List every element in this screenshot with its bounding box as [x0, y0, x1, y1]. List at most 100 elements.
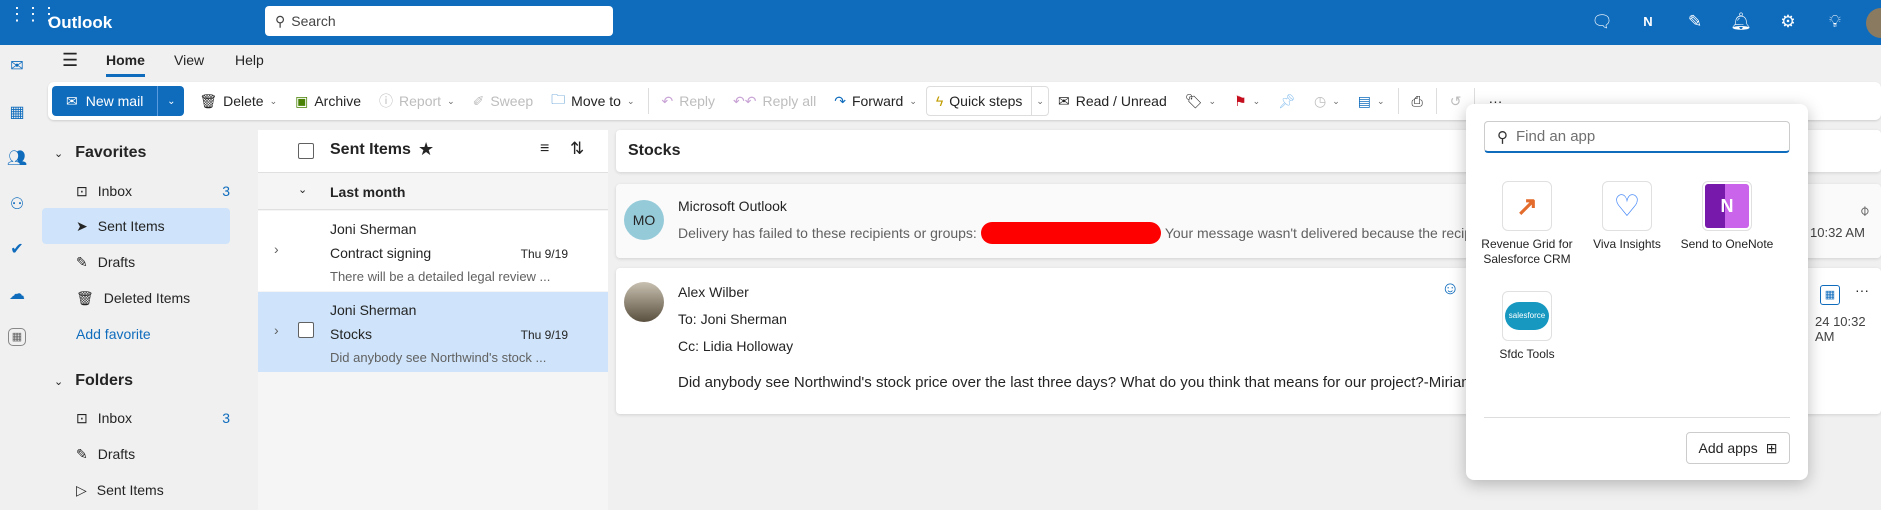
archive-button[interactable]: ▣ Archive [286, 86, 370, 116]
people-app-icon[interactable]: 👥︎ [5, 147, 29, 171]
mail-app-icon[interactable]: ✉ [5, 55, 29, 79]
sort-icon[interactable]: ⇅ [570, 139, 584, 159]
new-mail-button[interactable]: ✉ New mail ⌄ [52, 86, 185, 116]
sender-name[interactable]: Alex Wilber [678, 284, 749, 300]
tab-help[interactable]: Help [235, 52, 264, 68]
cc-recipient[interactable]: Lidia Holloway [703, 338, 793, 354]
tab-view[interactable]: View [174, 52, 204, 68]
lightbulb-icon[interactable]: 💡︎ [1823, 10, 1847, 34]
chevron-down-icon[interactable]: ⌄ [1031, 87, 1048, 115]
chat-icon[interactable]: 🗨 [1590, 10, 1614, 34]
folder-favorite-inbox[interactable]: ⊡ Inbox 3 [42, 173, 230, 209]
chevron-down-icon: ⌄ [54, 375, 64, 388]
forward-button[interactable]: ↷ Forward ⌄ [825, 86, 926, 116]
gear-icon[interactable]: ⚙ [1776, 10, 1800, 34]
folder-favorite-sent-items[interactable]: ➤ Sent Items [42, 208, 230, 244]
add-favorite-link[interactable]: Add favorite [42, 316, 230, 352]
rules-button[interactable]: ▤ ⌄ [1349, 86, 1394, 116]
more-apps-icon[interactable]: ▦ [8, 328, 26, 346]
group-header[interactable]: ⌄ Last month [258, 174, 608, 210]
trash-icon: 🗑︎ [76, 289, 94, 306]
folder-label: Inbox [97, 183, 132, 199]
report-button[interactable]: ⓘ Report ⌄ [370, 86, 464, 116]
onedrive-app-icon[interactable]: ☁ [5, 283, 29, 307]
message-from: Joni Sherman [330, 302, 417, 318]
search-icon: ⚲ [1497, 128, 1508, 146]
read-unread-button[interactable]: ✉ Read / Unread [1049, 86, 1176, 116]
teams-app-icon[interactable]: ⚇ [5, 193, 29, 217]
reply-button[interactable]: ↶ Reply [653, 86, 725, 116]
mail-icon: ✉ [66, 92, 78, 109]
chevron-down-icon: ⌄ [626, 95, 635, 106]
flag-icon: ⚑ [1234, 92, 1247, 109]
folder-favorite-deleted-items[interactable]: 🗑︎ Deleted Items [42, 280, 230, 316]
new-mail-dropdown[interactable]: ⌄ [158, 96, 184, 107]
find-app-input[interactable]: ⚲ Find an app [1484, 121, 1790, 153]
message-item-selected[interactable]: › Joni Sherman Stocks Thu 9/19 Did anybo… [258, 292, 608, 372]
apps-flyout: ⚲ Find an app ↗ Revenue Grid for Salesforc… [1466, 104, 1808, 480]
emoji-reaction-icon[interactable]: ☺ [1441, 278, 1459, 299]
app-rail: ✉ ▦ 👥︎ ⚇ ✔ ☁ ▦ [0, 45, 34, 510]
avatar[interactable] [1866, 8, 1881, 38]
report-label: Report [399, 93, 442, 109]
app-viva-insights[interactable]: ♡ Viva Insights [1579, 181, 1675, 252]
calendar-app-icon[interactable]: ▦ [5, 101, 29, 125]
folder-drafts[interactable]: ✎ Drafts [42, 436, 230, 472]
app-send-to-onenote[interactable]: N Send to OneNote [1679, 181, 1775, 252]
tag-button[interactable]: 🏷︎ ⌄ [1176, 86, 1225, 116]
sender-avatar [624, 282, 664, 322]
sweep-label: Sweep [490, 93, 534, 109]
revenue-grid-icon: ↗ [1502, 181, 1552, 231]
snooze-button[interactable]: ◷ ⌄ [1305, 86, 1349, 116]
bell-icon[interactable]: 🔔︎ [1729, 10, 1753, 34]
unread-count: 3 [222, 410, 230, 426]
more-actions-icon[interactable]: ··· [1855, 282, 1869, 298]
tab-home[interactable]: Home [106, 52, 145, 77]
chevron-down-icon: ⌄ [54, 147, 64, 160]
filter-icon[interactable]: ≡ [540, 140, 549, 158]
top-bar: ⋮⋮⋮ Outlook ⚲ Search 🗨 N ✎ 🔔︎ ⚙ 💡︎ [0, 0, 1881, 45]
to-recipient[interactable]: Joni Sherman [701, 311, 787, 327]
folders-header[interactable]: ⌄ Folders [54, 372, 133, 390]
app-launcher-icon[interactable]: ⋮⋮⋮ [8, 5, 58, 23]
todo-app-icon[interactable]: ✔ [5, 238, 29, 262]
onenote-icon: N [1702, 181, 1752, 231]
tasks-icon[interactable]: ✎ [1683, 10, 1707, 34]
folder-move-icon: 🗀 [551, 91, 566, 107]
undo-icon: ↺ [1449, 92, 1462, 109]
reply-all-button[interactable]: ↶↶ Reply all [724, 86, 825, 116]
pin-button[interactable]: 📌︎ [1269, 86, 1305, 116]
search-box[interactable]: ⚲ Search [265, 6, 613, 36]
message-item[interactable]: › Joni Sherman Contract signing Thu 9/19… [258, 211, 608, 291]
chevron-right-icon[interactable]: › [274, 322, 279, 338]
hamburger-menu-icon[interactable]: ☰ [62, 50, 78, 71]
quick-steps-button[interactable]: ϟ Quick steps ⌄ [925, 86, 1049, 116]
favorites-header[interactable]: ⌄ Favorites [54, 144, 146, 162]
add-apps-button[interactable]: Add apps ⊞ [1686, 432, 1790, 464]
printer-icon: ⎙ [1411, 92, 1423, 109]
sender-avatar: MO [624, 200, 664, 240]
chevron-right-icon[interactable]: › [274, 241, 279, 257]
delete-button[interactable]: 🗑︎ Delete ⌄ [190, 86, 286, 116]
sweep-button[interactable]: ✐ Sweep [464, 86, 543, 116]
select-all-checkbox[interactable] [298, 143, 314, 159]
inbox-icon: ⊡ [76, 409, 88, 426]
folder-inbox[interactable]: ⊡ Inbox 3 [42, 400, 230, 436]
report-icon: ⓘ [379, 93, 394, 109]
app-revenue-grid[interactable]: ↗ Revenue Grid for Salesforce CRM [1479, 181, 1575, 267]
app-title[interactable]: Outlook [48, 13, 112, 33]
move-to-button[interactable]: 🗀 Move to ⌄ [542, 86, 643, 116]
flag-button[interactable]: ⚑ ⌄ [1225, 86, 1269, 116]
apps-icon[interactable]: ▦ [1820, 285, 1840, 305]
message-subject: Contract signing [330, 245, 432, 261]
find-app-placeholder: Find an app [1516, 128, 1596, 145]
plus-square-icon: ⊞ [1765, 439, 1778, 456]
message-checkbox[interactable] [298, 322, 314, 338]
star-icon[interactable]: ★ [418, 139, 434, 160]
onenote-icon[interactable]: N [1636, 10, 1660, 34]
app-sfdc-tools[interactable]: salesforce Sfdc Tools [1479, 291, 1575, 362]
print-button[interactable]: ⎙ [1403, 86, 1432, 116]
search-input[interactable]: Search [291, 13, 335, 29]
folder-favorite-drafts[interactable]: ✎ Drafts [42, 244, 230, 280]
folder-sent-items[interactable]: ▷ Sent Items [42, 472, 230, 508]
